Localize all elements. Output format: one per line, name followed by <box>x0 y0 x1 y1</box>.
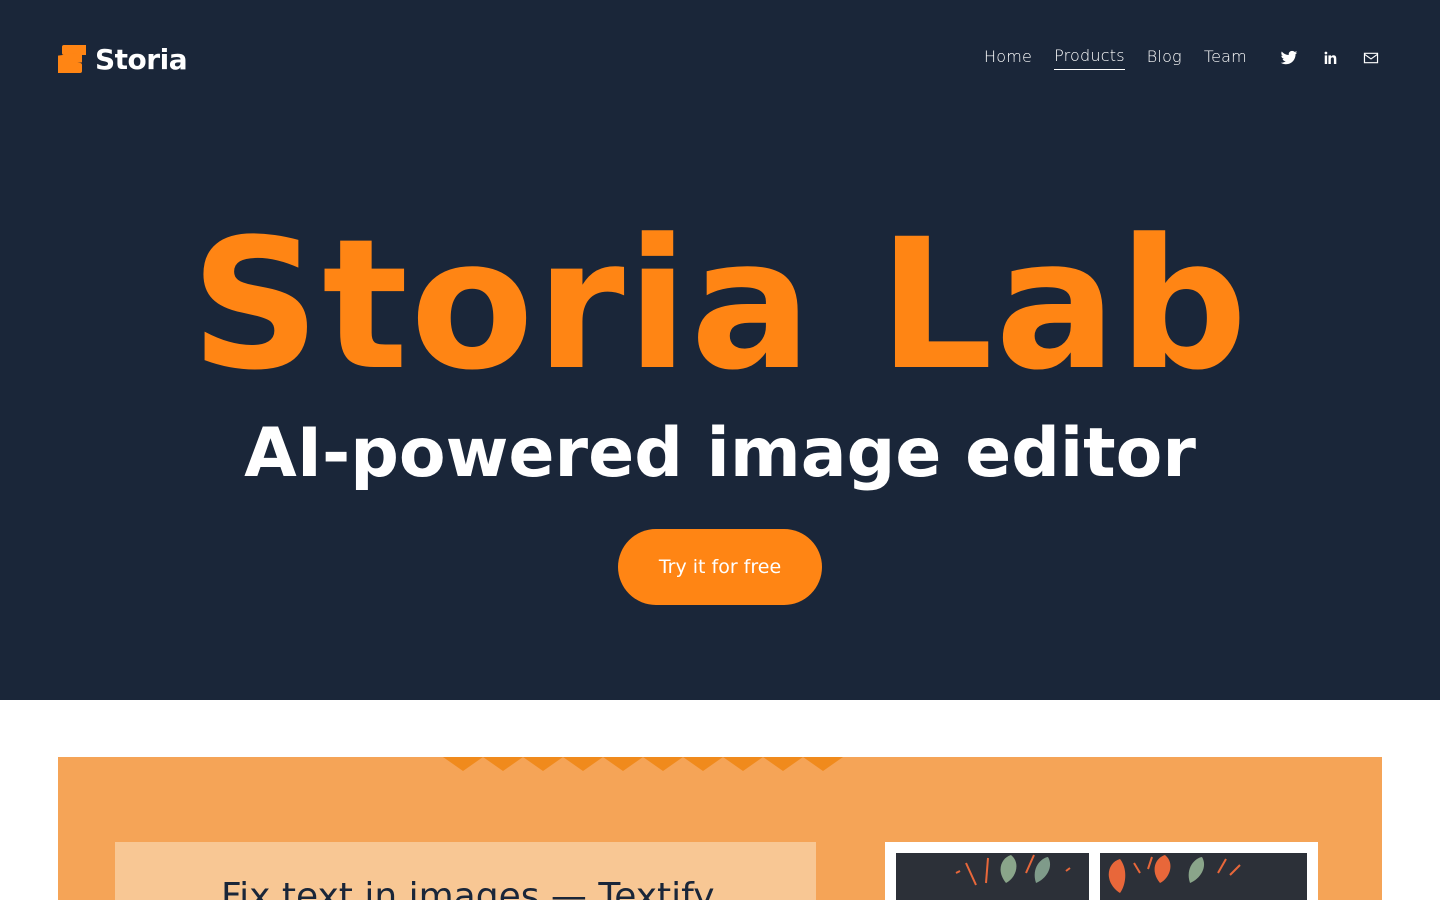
decorative-zigzag <box>443 757 843 771</box>
hero-section: Storia Home Products Blog Team Storia La… <box>0 0 1440 700</box>
social-links <box>1279 48 1402 68</box>
try-free-button[interactable]: Try it for free <box>618 529 822 605</box>
promo-heading: Fix text in images — Textify <box>221 876 715 900</box>
main-nav: Home Products Blog Team <box>984 46 1269 70</box>
promo-text-card: Fix text in images — Textify <box>115 842 816 900</box>
before-image <box>896 853 1089 900</box>
nav-team-link[interactable]: Team <box>1204 47 1247 70</box>
after-image <box>1100 853 1307 900</box>
nav-products-link[interactable]: Products <box>1054 46 1125 70</box>
twitter-icon[interactable] <box>1279 48 1299 68</box>
email-icon[interactable] <box>1361 48 1381 68</box>
nav-home-link[interactable]: Home <box>984 47 1032 70</box>
nav-blog-link[interactable]: Blog <box>1147 47 1182 70</box>
linkedin-icon[interactable] <box>1320 48 1340 68</box>
hero-subtitle: AI-powered image editor <box>244 414 1196 493</box>
hero-title: Storia Lab <box>190 201 1250 410</box>
brand-logo[interactable]: Storia <box>58 42 188 76</box>
promo-preview-image <box>885 842 1318 900</box>
brand-name: Storia <box>95 42 188 76</box>
product-promo-section: Fix text in images — Textify <box>58 757 1382 900</box>
storia-logo-icon <box>58 43 86 75</box>
